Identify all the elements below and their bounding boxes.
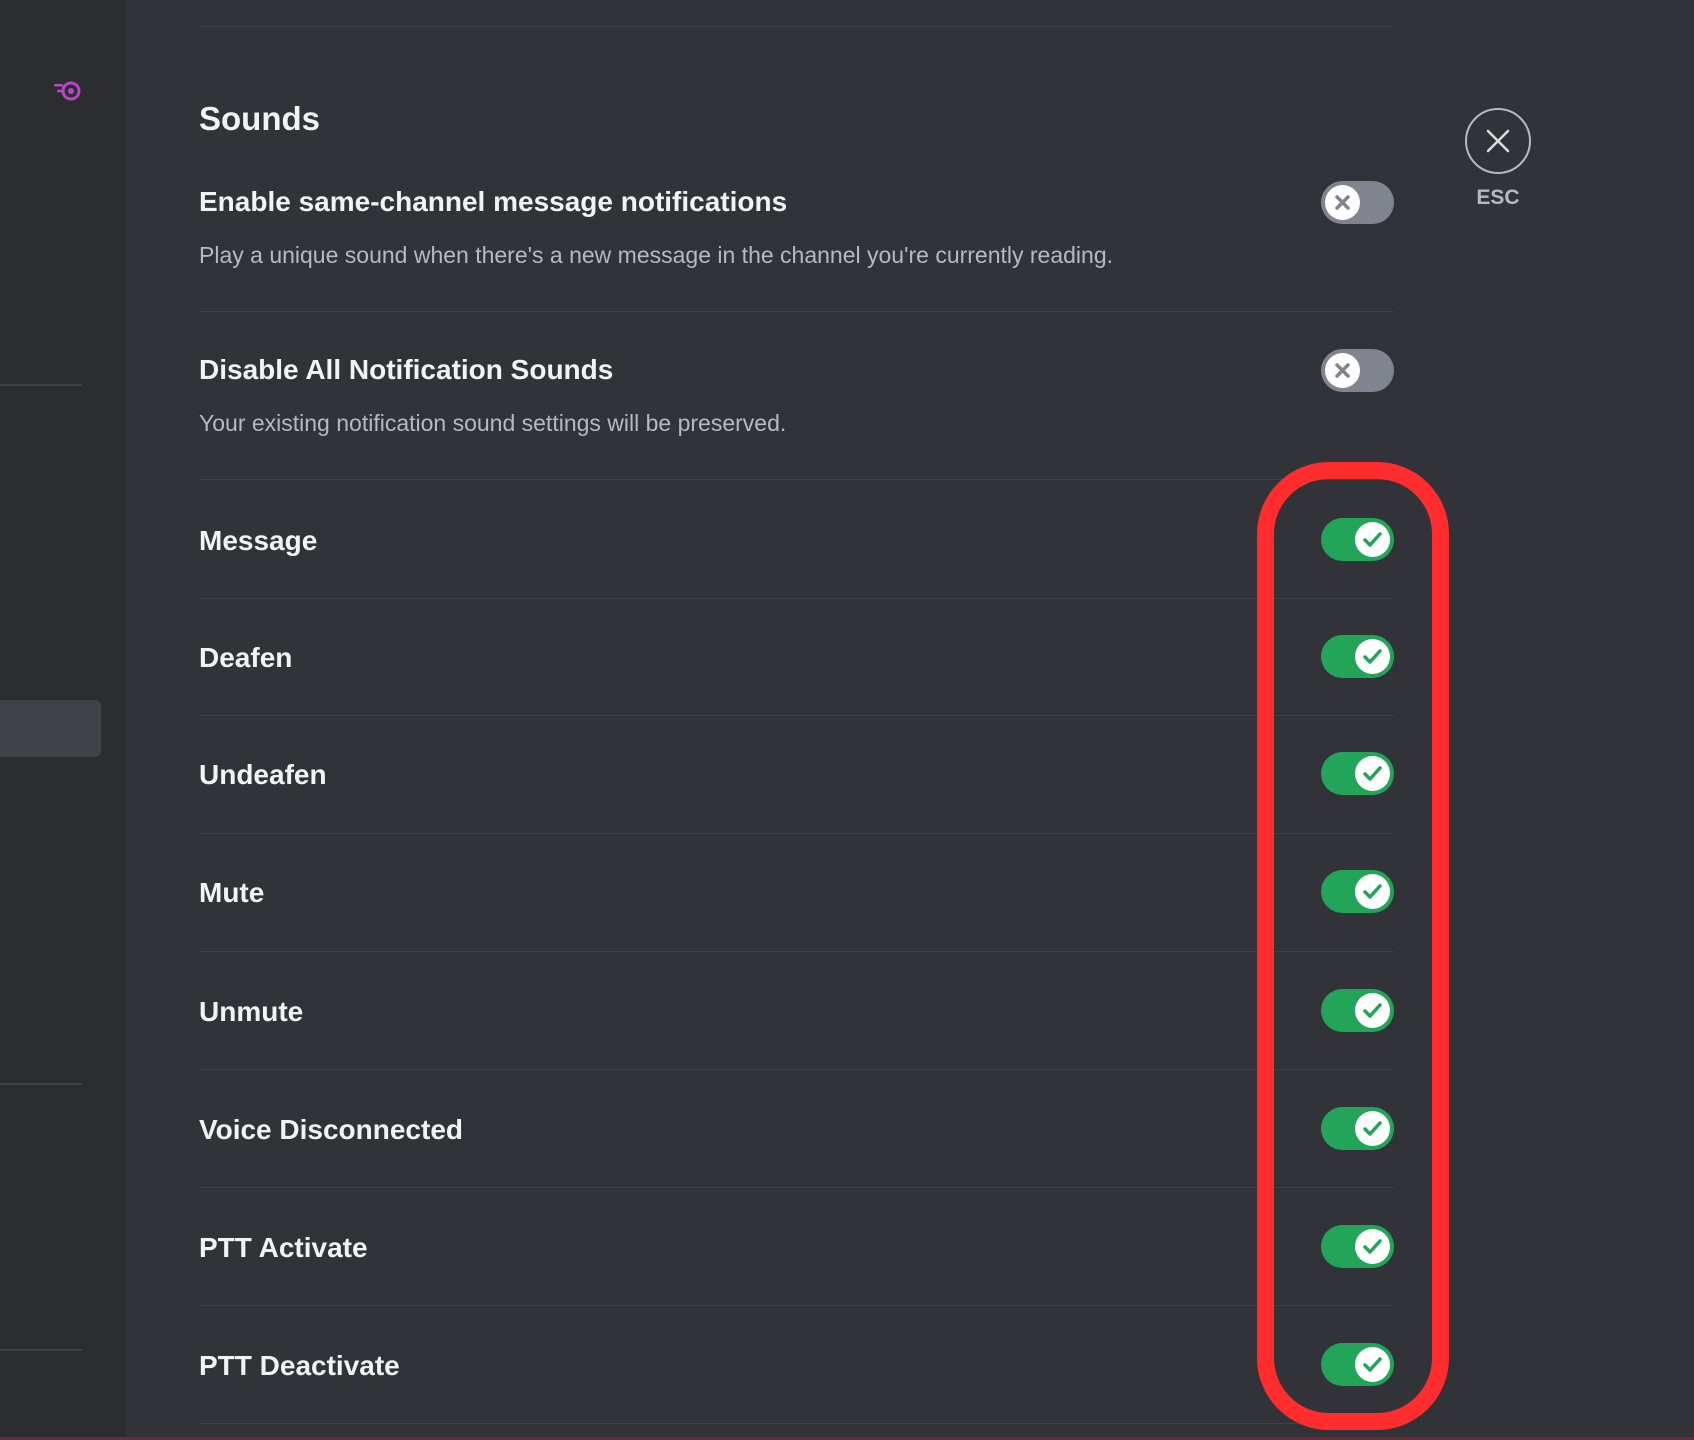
toggle-knob — [1355, 874, 1390, 909]
settings-window: Sounds Enable same-channel message notif… — [0, 0, 1694, 1440]
checkmark-icon — [1363, 1357, 1382, 1372]
x-icon — [1335, 363, 1350, 378]
row-divider — [199, 598, 1394, 599]
toggle-knob — [1355, 993, 1390, 1028]
setting-label: Enable same-channel message notification… — [199, 186, 788, 217]
toggle-knob — [1325, 353, 1360, 388]
sidebar-item-notifications[interactable] — [0, 700, 101, 757]
toggle-knob — [1355, 756, 1390, 791]
setting-label: Disable All Notification Sounds — [199, 354, 614, 385]
row-divider — [199, 951, 1394, 952]
row-divider — [199, 1423, 1394, 1424]
undeafen-sound-toggle[interactable] — [1321, 752, 1394, 795]
sound-label: Undeafen — [199, 759, 327, 790]
checkmark-icon — [1363, 649, 1382, 664]
sidebar-divider — [0, 1349, 82, 1351]
setting-description: Play a unique sound when there's a new m… — [199, 242, 1114, 268]
close-icon — [1486, 129, 1510, 153]
message-sound-toggle[interactable] — [1321, 518, 1394, 561]
row-divider — [199, 833, 1394, 834]
sound-label: Unmute — [199, 996, 304, 1027]
ptt-activate-sound-toggle[interactable] — [1321, 1225, 1394, 1268]
row-divider — [199, 479, 1394, 480]
close-control: ESC — [1465, 108, 1531, 210]
voice-disconnected-sound-toggle[interactable] — [1321, 1107, 1394, 1150]
same-channel-toggle[interactable] — [1321, 181, 1394, 224]
toggle-knob — [1355, 1347, 1390, 1382]
checkmark-icon — [1363, 532, 1382, 547]
section-title: Sounds — [199, 100, 320, 137]
row-divider — [199, 715, 1394, 716]
row-divider — [199, 311, 1394, 312]
toggle-knob — [1355, 1229, 1390, 1264]
sound-label: PTT Deactivate — [199, 1350, 400, 1381]
row-divider — [199, 1305, 1394, 1306]
sidebar-divider — [0, 384, 82, 386]
close-button[interactable] — [1465, 108, 1531, 174]
settings-sidebar — [0, 0, 126, 1440]
checkmark-icon — [1363, 1121, 1382, 1136]
toggle-knob — [1355, 522, 1390, 557]
disable-all-toggle[interactable] — [1321, 349, 1394, 392]
sidebar-divider — [0, 1083, 82, 1085]
sound-label: Deafen — [199, 642, 293, 673]
setting-description: Your existing notification sound setting… — [199, 410, 787, 436]
checkmark-icon — [1363, 1239, 1382, 1254]
sound-label: Mute — [199, 877, 265, 908]
sound-label: Voice Disconnected — [199, 1114, 464, 1145]
unmute-sound-toggle[interactable] — [1321, 989, 1394, 1032]
checkmark-icon — [1363, 1003, 1382, 1018]
x-icon — [1335, 195, 1350, 210]
toggle-knob — [1355, 1111, 1390, 1146]
checkmark-icon — [1363, 766, 1382, 781]
deafen-sound-toggle[interactable] — [1321, 635, 1394, 678]
mute-sound-toggle[interactable] — [1321, 870, 1394, 913]
sound-label: Message — [199, 525, 318, 556]
nitro-icon[interactable] — [52, 79, 82, 103]
toggle-knob — [1355, 639, 1390, 674]
row-divider — [199, 1069, 1394, 1070]
esc-label: ESC — [1476, 186, 1520, 209]
toggle-highlight-annotation — [1257, 462, 1449, 1430]
section-divider — [199, 26, 1394, 27]
row-divider — [199, 1187, 1394, 1188]
checkmark-icon — [1363, 884, 1382, 899]
ptt-deactivate-sound-toggle[interactable] — [1321, 1343, 1394, 1386]
toggle-knob — [1325, 185, 1360, 220]
sound-label: PTT Activate — [199, 1232, 368, 1263]
